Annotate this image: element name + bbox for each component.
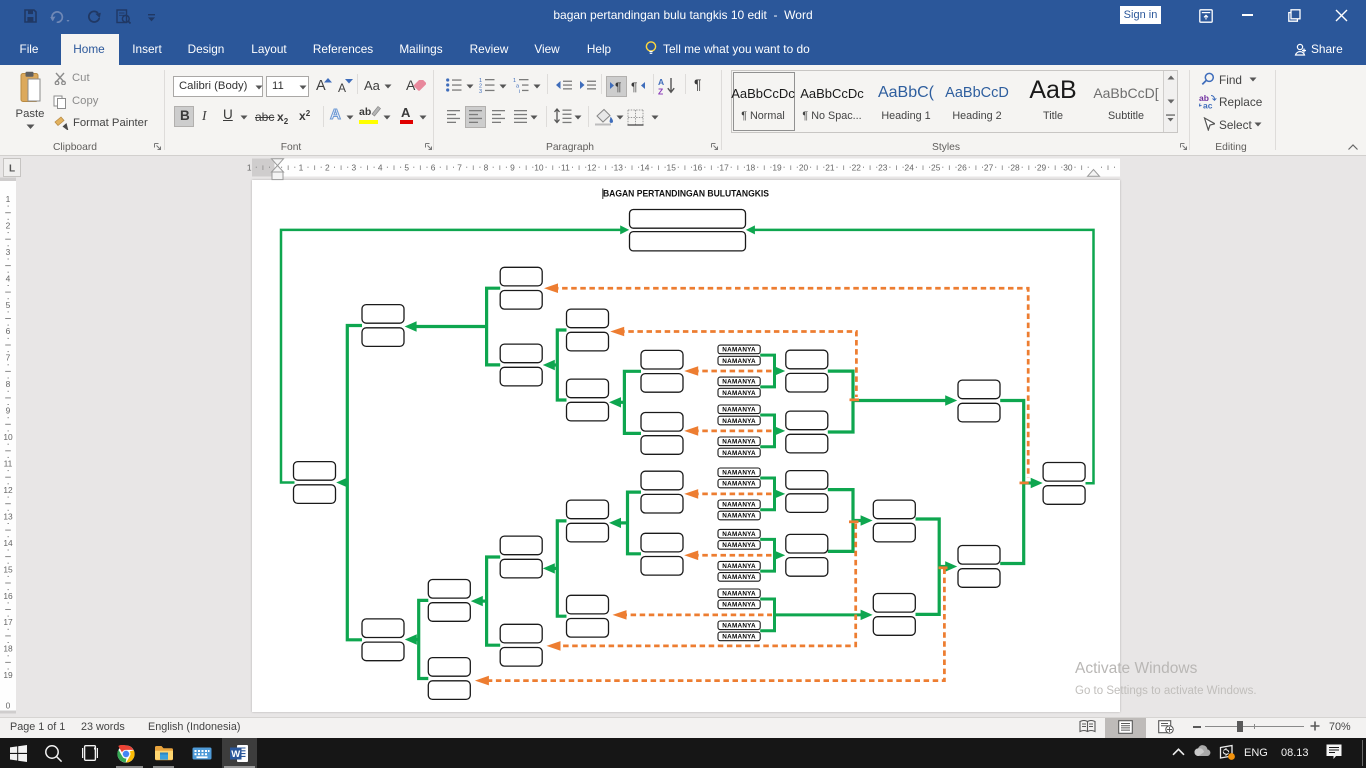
svg-text:NAMANYA: NAMANYA bbox=[722, 574, 756, 581]
svg-text:NAMANYA: NAMANYA bbox=[722, 602, 756, 609]
svg-text:13: 13 bbox=[614, 163, 624, 173]
svg-text:29: 29 bbox=[1037, 163, 1047, 173]
svg-text:NAMANYA: NAMANYA bbox=[722, 634, 756, 641]
svg-text:NAMANYA: NAMANYA bbox=[722, 450, 756, 457]
svg-text:9: 9 bbox=[6, 406, 11, 416]
svg-text:NAMANYA: NAMANYA bbox=[722, 502, 756, 509]
svg-text:L: L bbox=[9, 164, 15, 175]
svg-text:12: 12 bbox=[3, 485, 13, 495]
svg-text:27: 27 bbox=[984, 163, 994, 173]
svg-text:NAMANYA: NAMANYA bbox=[722, 379, 756, 386]
svg-text:6: 6 bbox=[431, 163, 436, 173]
svg-text:3: 3 bbox=[351, 163, 356, 173]
svg-text:Z: Z bbox=[658, 87, 663, 96]
svg-text:15: 15 bbox=[3, 564, 13, 574]
svg-text:1: 1 bbox=[299, 163, 304, 173]
svg-text:NAMANYA: NAMANYA bbox=[722, 347, 756, 354]
svg-text:23: 23 bbox=[878, 163, 888, 173]
svg-text:21: 21 bbox=[825, 163, 835, 173]
svg-text:12: 12 bbox=[587, 163, 597, 173]
svg-text:8: 8 bbox=[6, 379, 11, 389]
svg-text:4: 4 bbox=[378, 163, 383, 173]
svg-text:NAMANYA: NAMANYA bbox=[722, 531, 756, 538]
svg-text:NAMANYA: NAMANYA bbox=[722, 623, 756, 630]
svg-text:NAMANYA: NAMANYA bbox=[722, 591, 756, 598]
svg-text:14: 14 bbox=[640, 163, 650, 173]
svg-text:28: 28 bbox=[1010, 163, 1020, 173]
svg-text:NAMANYA: NAMANYA bbox=[722, 439, 756, 446]
svg-text:19: 19 bbox=[772, 163, 782, 173]
svg-text:3: 3 bbox=[479, 89, 482, 94]
svg-text:14: 14 bbox=[3, 538, 13, 548]
svg-text:i: i bbox=[519, 89, 520, 94]
svg-text:BAGAN PERTANDINGAN BULUTANGKIS: BAGAN PERTANDINGAN BULUTANGKIS bbox=[603, 188, 769, 199]
svg-text:NAMANYA: NAMANYA bbox=[722, 513, 756, 520]
svg-text:1: 1 bbox=[247, 163, 252, 173]
svg-text:7: 7 bbox=[457, 163, 462, 173]
svg-text:16: 16 bbox=[693, 163, 703, 173]
svg-text:4: 4 bbox=[6, 273, 11, 283]
svg-text:NAMANYA: NAMANYA bbox=[722, 358, 756, 365]
svg-text:3: 3 bbox=[6, 247, 11, 257]
svg-text:8: 8 bbox=[484, 163, 489, 173]
svg-text:6: 6 bbox=[6, 326, 11, 336]
svg-text:NAMANYA: NAMANYA bbox=[722, 470, 756, 477]
svg-text:1: 1 bbox=[6, 194, 11, 204]
svg-text:17: 17 bbox=[3, 617, 13, 627]
svg-text:5: 5 bbox=[404, 163, 409, 173]
svg-text:20: 20 bbox=[799, 163, 809, 173]
svg-text:NAMANYA: NAMANYA bbox=[722, 407, 756, 414]
svg-text:NAMANYA: NAMANYA bbox=[722, 390, 756, 397]
svg-text:16: 16 bbox=[3, 591, 13, 601]
svg-text:A: A bbox=[658, 77, 664, 87]
svg-text:0: 0 bbox=[6, 701, 11, 711]
svg-text:11: 11 bbox=[4, 459, 13, 469]
svg-text:30: 30 bbox=[1063, 163, 1073, 173]
svg-text:NAMANYA: NAMANYA bbox=[722, 542, 756, 549]
svg-text:W: W bbox=[231, 749, 240, 760]
svg-text:13: 13 bbox=[3, 511, 13, 521]
svg-text:5: 5 bbox=[6, 300, 11, 310]
svg-text:ac: ac bbox=[1203, 101, 1213, 110]
svg-text:2: 2 bbox=[325, 163, 330, 173]
svg-text:24: 24 bbox=[905, 163, 915, 173]
svg-text:7: 7 bbox=[6, 353, 11, 363]
svg-text:NAMANYA: NAMANYA bbox=[722, 481, 756, 488]
svg-text:NAMANYA: NAMANYA bbox=[722, 563, 756, 570]
svg-text:18: 18 bbox=[746, 163, 756, 173]
svg-text:15: 15 bbox=[667, 163, 677, 173]
svg-text:10: 10 bbox=[534, 163, 544, 173]
svg-text:¶: ¶ bbox=[631, 80, 637, 93]
svg-text:18: 18 bbox=[3, 644, 13, 654]
svg-text:9: 9 bbox=[510, 163, 515, 173]
svg-text:22: 22 bbox=[852, 163, 862, 173]
svg-text:NAMANYA: NAMANYA bbox=[722, 418, 756, 425]
svg-text:10: 10 bbox=[3, 432, 13, 442]
svg-text:¶: ¶ bbox=[615, 80, 621, 93]
svg-text:19: 19 bbox=[3, 670, 13, 680]
svg-text:17: 17 bbox=[719, 163, 729, 173]
svg-text:26: 26 bbox=[957, 163, 967, 173]
svg-text:11: 11 bbox=[561, 163, 570, 173]
svg-text:25: 25 bbox=[931, 163, 941, 173]
svg-text:2: 2 bbox=[6, 220, 11, 230]
